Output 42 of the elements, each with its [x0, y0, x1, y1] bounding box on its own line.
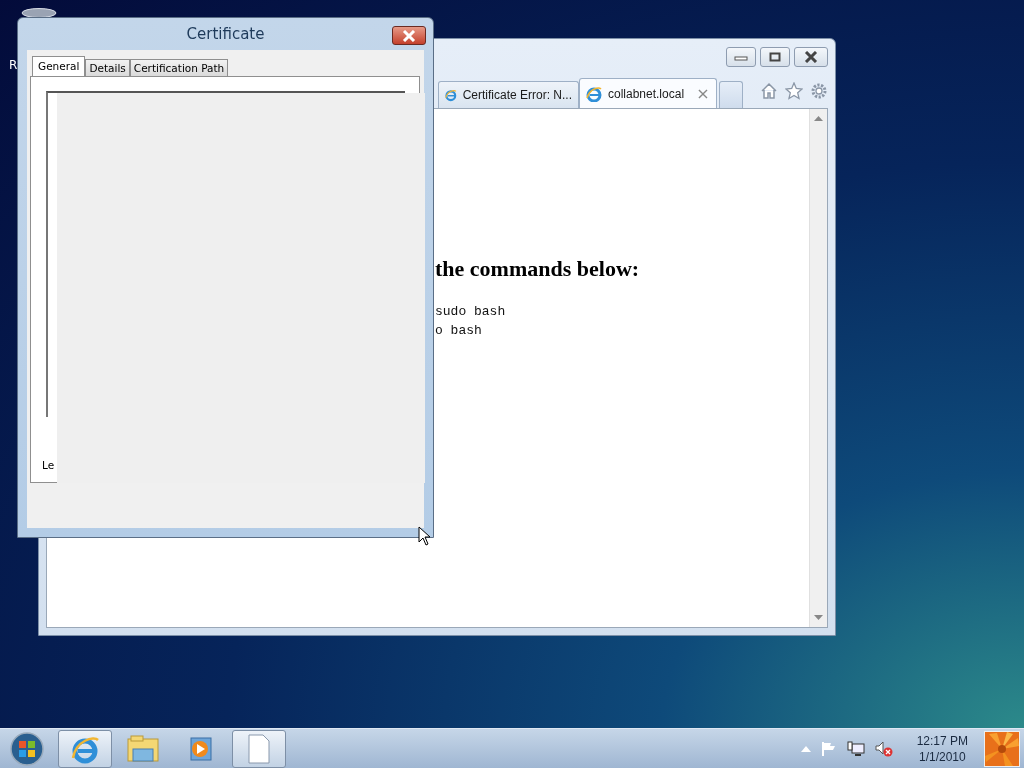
dialog-tab[interactable]: Details	[85, 59, 130, 76]
dialog-tab[interactable]: General	[32, 56, 86, 76]
mouse-cursor-icon	[418, 526, 432, 546]
scroll-down-icon[interactable]	[814, 615, 823, 621]
minimize-icon	[734, 53, 748, 61]
close-icon	[402, 29, 416, 42]
page-heading: the commands below:	[435, 256, 641, 282]
show-hidden-icons-icon[interactable]	[800, 745, 811, 752]
dialog-tab[interactable]: Certification Path	[129, 59, 229, 76]
vertical-scrollbar[interactable]	[809, 109, 827, 627]
close-button[interactable]	[392, 26, 426, 45]
flag-icon[interactable]	[820, 740, 837, 757]
favorites-star-icon[interactable]	[785, 82, 803, 100]
speaker-muted-icon[interactable]	[874, 740, 893, 757]
drive-icon[interactable]	[21, 8, 57, 18]
new-tab-button[interactable]	[718, 81, 743, 108]
maximize-icon	[769, 52, 781, 62]
taskbar-button[interactable]	[232, 729, 286, 768]
maximize-button[interactable]	[760, 47, 790, 67]
close-icon	[804, 51, 818, 63]
close-button[interactable]	[794, 47, 828, 67]
taskbar-button[interactable]	[58, 729, 112, 768]
start-button[interactable]	[9, 730, 45, 767]
browser-logo-icon	[445, 87, 457, 103]
command-line: o bash	[435, 322, 483, 340]
browser-tab[interactable]: Certificate Error: N...	[438, 81, 579, 108]
network-icon[interactable]	[846, 740, 865, 757]
partial-label: Le	[42, 459, 55, 471]
document-icon	[247, 733, 271, 764]
clock[interactable]: 12:17 PM 1/1/2010	[916, 732, 968, 765]
command-line: sudo bash	[435, 303, 507, 321]
dialog-title: Certificate	[186, 25, 265, 43]
media-player-icon	[188, 735, 214, 762]
desktop-icon-label: R	[9, 58, 18, 72]
clock-time: 12:17 PM	[916, 732, 968, 749]
clock-date: 1/1/2010	[918, 748, 966, 765]
browser-tab[interactable]: collabnet.local ×	[579, 78, 717, 108]
settings-icon[interactable]	[810, 82, 828, 100]
folder-icon	[127, 734, 159, 763]
home-icon[interactable]	[760, 82, 778, 100]
scroll-up-icon[interactable]	[814, 115, 823, 121]
browser-logo-icon	[586, 85, 602, 102]
